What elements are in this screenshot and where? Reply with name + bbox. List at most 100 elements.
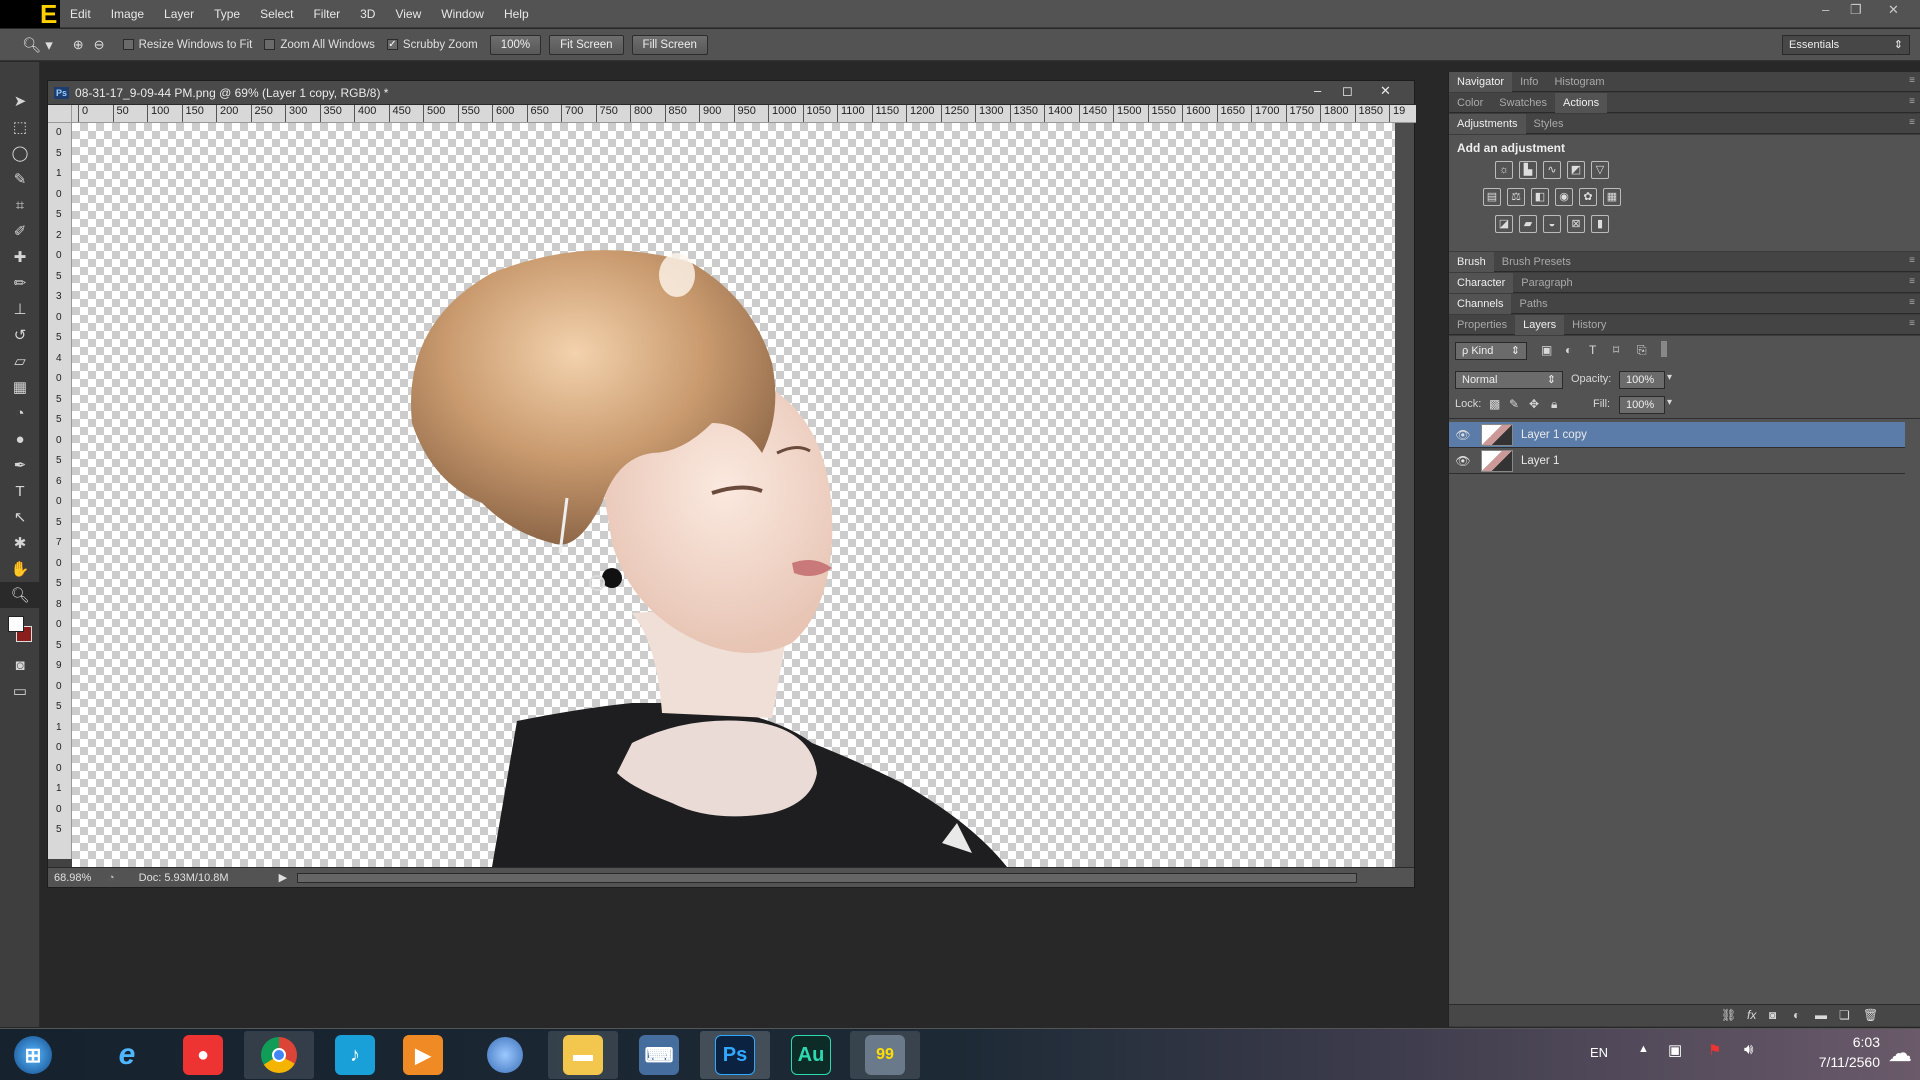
hue-saturation-icon[interactable]: ▤ bbox=[1483, 188, 1501, 206]
add-mask-icon[interactable]: ◙ bbox=[1769, 1008, 1776, 1022]
healing-brush-tool-icon[interactable]: ✚ bbox=[0, 244, 40, 270]
color-balance-icon[interactable]: ⚖ bbox=[1507, 188, 1525, 206]
doc-restore-button[interactable]: ◻ bbox=[1342, 83, 1353, 99]
vertical-scrollbar[interactable] bbox=[1395, 123, 1414, 867]
tab-styles[interactable]: Styles bbox=[1526, 114, 1572, 134]
adjustment-filter-icon[interactable]: ◐ bbox=[1565, 343, 1572, 357]
tab-brush[interactable]: Brush bbox=[1449, 251, 1494, 272]
menu-3d[interactable]: 3D bbox=[350, 0, 385, 28]
taskbar-app-chromium[interactable] bbox=[470, 1031, 540, 1079]
panel-menu-icon[interactable]: ≡ bbox=[1909, 117, 1915, 128]
menu-view[interactable]: View bbox=[385, 0, 431, 28]
lasso-tool-icon[interactable]: ◯ bbox=[0, 140, 40, 166]
crop-tool-icon[interactable]: ⌗ bbox=[0, 192, 40, 218]
panel-menu-icon[interactable]: ≡ bbox=[1909, 318, 1915, 329]
lock-position-icon[interactable]: ✥ bbox=[1529, 397, 1539, 411]
eye-icon[interactable]: 👁︎ bbox=[1449, 454, 1477, 468]
brightness-icon[interactable]: ☼ bbox=[1495, 161, 1513, 179]
exposure-icon[interactable]: ◩ bbox=[1567, 161, 1585, 179]
tab-channels[interactable]: Channels bbox=[1449, 293, 1512, 314]
color-swatches[interactable] bbox=[0, 608, 39, 652]
taskbar-app-keyboard[interactable]: ⌨ bbox=[624, 1031, 694, 1079]
shape-filter-icon[interactable]: ⌑ bbox=[1613, 343, 1619, 357]
tray-expand-icon[interactable]: ▲ bbox=[1638, 1043, 1649, 1055]
opacity-dropdown-icon[interactable]: ▾ bbox=[1667, 372, 1672, 383]
app-restore-button[interactable]: ❐ bbox=[1850, 2, 1862, 18]
menu-type[interactable]: Type bbox=[204, 0, 250, 28]
doc-close-button[interactable]: ✕ bbox=[1380, 83, 1391, 99]
path-select-tool-icon[interactable]: ↖ bbox=[0, 504, 40, 530]
menu-help[interactable]: Help bbox=[494, 0, 539, 28]
blend-mode-select[interactable]: Normal ⇕ bbox=[1455, 371, 1563, 389]
channel-mixer-icon[interactable]: ✿ bbox=[1579, 188, 1597, 206]
volume-icon[interactable]: 🔊︎ bbox=[1744, 1041, 1753, 1058]
quick-select-tool-icon[interactable]: ✎ bbox=[0, 166, 40, 192]
tab-paragraph[interactable]: Paragraph bbox=[1513, 273, 1580, 293]
opacity-input[interactable]: 100% bbox=[1619, 371, 1665, 389]
zoom-tool-icon[interactable]: 🔍︎ ▾ bbox=[22, 36, 53, 54]
workspace-select[interactable]: Essentials ⇕ bbox=[1782, 35, 1910, 55]
ruler-origin[interactable] bbox=[48, 105, 72, 123]
threshold-icon[interactable]: ◒ bbox=[1543, 215, 1561, 233]
eye-icon[interactable]: 👁︎ bbox=[1449, 428, 1477, 442]
tab-adjustments[interactable]: Adjustments bbox=[1449, 113, 1526, 134]
tab-brush-presets[interactable]: Brush Presets bbox=[1494, 252, 1579, 272]
tray-app-icon[interactable]: ▣ bbox=[1668, 1041, 1682, 1059]
layer-row-layer-1[interactable]: 👁︎ Layer 1 bbox=[1449, 448, 1905, 474]
posterize-icon[interactable]: ▰ bbox=[1519, 215, 1537, 233]
panel-menu-icon[interactable]: ≡ bbox=[1909, 276, 1915, 287]
screen-mode-icon[interactable]: ▭ bbox=[0, 678, 40, 704]
pen-tool-icon[interactable]: ✒ bbox=[0, 452, 40, 478]
taskbar-app-music[interactable]: ♪ bbox=[320, 1031, 390, 1079]
start-button[interactable]: ⊞ bbox=[0, 1031, 66, 1079]
tab-character[interactable]: Character bbox=[1449, 272, 1514, 293]
hand-tool-icon[interactable]: ✋ bbox=[0, 556, 40, 582]
taskbar-app-audition[interactable]: Au bbox=[776, 1031, 846, 1079]
color-lookup-icon[interactable]: ▦ bbox=[1603, 188, 1621, 206]
taskbar-app-chrome[interactable] bbox=[244, 1031, 314, 1079]
fill-screen-button[interactable]: Fill Screen bbox=[631, 34, 708, 55]
history-brush-tool-icon[interactable]: ↺ bbox=[0, 322, 40, 348]
brush-tool-icon[interactable]: ✏ bbox=[0, 270, 40, 296]
gradient-map-icon[interactable]: ▮ bbox=[1591, 215, 1609, 233]
tab-info[interactable]: Info bbox=[1512, 72, 1546, 92]
marquee-tool-icon[interactable]: ⬚ bbox=[0, 114, 40, 140]
menu-filter[interactable]: Filter bbox=[303, 0, 350, 28]
clock[interactable]: 6:03 7/11/2560 bbox=[1770, 1034, 1880, 1070]
new-layer-icon[interactable]: ❏ bbox=[1839, 1008, 1850, 1022]
lock-image-icon[interactable]: ✎ bbox=[1509, 397, 1519, 411]
doc-minimize-button[interactable]: – bbox=[1314, 83, 1321, 98]
panel-menu-icon[interactable]: ≡ bbox=[1909, 255, 1915, 266]
menu-select[interactable]: Select bbox=[250, 0, 303, 28]
zoom-tool-panel-icon[interactable]: 🔍︎ bbox=[0, 582, 40, 608]
tab-layers[interactable]: Layers bbox=[1515, 314, 1565, 335]
horizontal-ruler[interactable]: 0 50 100 150 200 250 300 350 400 450 500 550 600 650 7… bbox=[72, 105, 1416, 123]
filter-toggle[interactable] bbox=[1661, 341, 1667, 357]
tab-properties[interactable]: Properties bbox=[1449, 315, 1515, 335]
scrubby-zoom-checkbox[interactable]: ✓ Scrubby Zoom bbox=[386, 39, 478, 51]
move-tool-icon[interactable]: ➤ bbox=[0, 88, 40, 114]
weather-cloud-icon[interactable]: ☁ bbox=[1888, 1039, 1912, 1068]
menu-window[interactable]: Window bbox=[431, 0, 494, 28]
fill-dropdown-icon[interactable]: ▾ bbox=[1667, 397, 1672, 408]
zoom-all-windows-checkbox[interactable]: Zoom All Windows bbox=[264, 39, 375, 51]
vertical-ruler[interactable]: 05105205305405505605705805905100105 bbox=[48, 123, 72, 859]
new-adjustment-icon[interactable]: ◐ bbox=[1793, 1008, 1800, 1022]
blur-tool-icon[interactable]: ◔ bbox=[0, 400, 40, 426]
status-menu-arrow-icon[interactable]: ▶ bbox=[279, 871, 287, 884]
panel-menu-icon[interactable]: ≡ bbox=[1909, 96, 1915, 107]
invert-icon[interactable]: ◪ bbox=[1495, 215, 1513, 233]
panel-menu-icon[interactable]: ≡ bbox=[1909, 75, 1915, 86]
canvas[interactable] bbox=[72, 123, 1395, 867]
menu-edit[interactable]: Edit bbox=[60, 0, 101, 28]
horizontal-scrollbar[interactable] bbox=[297, 872, 1358, 883]
dodge-tool-icon[interactable]: ● bbox=[0, 426, 40, 452]
eyedropper-tool-icon[interactable]: ✐ bbox=[0, 218, 40, 244]
status-info-icon[interactable]: ◔ bbox=[108, 872, 115, 884]
tab-swatches[interactable]: Swatches bbox=[1491, 93, 1555, 113]
trash-icon[interactable]: 🗑︎ bbox=[1863, 1008, 1878, 1022]
foreground-color[interactable] bbox=[8, 616, 24, 632]
link-layers-icon[interactable]: ⛓ bbox=[1721, 1008, 1736, 1022]
quick-mask-icon[interactable]: ◙ bbox=[0, 652, 40, 678]
tab-paths[interactable]: Paths bbox=[1511, 294, 1555, 314]
